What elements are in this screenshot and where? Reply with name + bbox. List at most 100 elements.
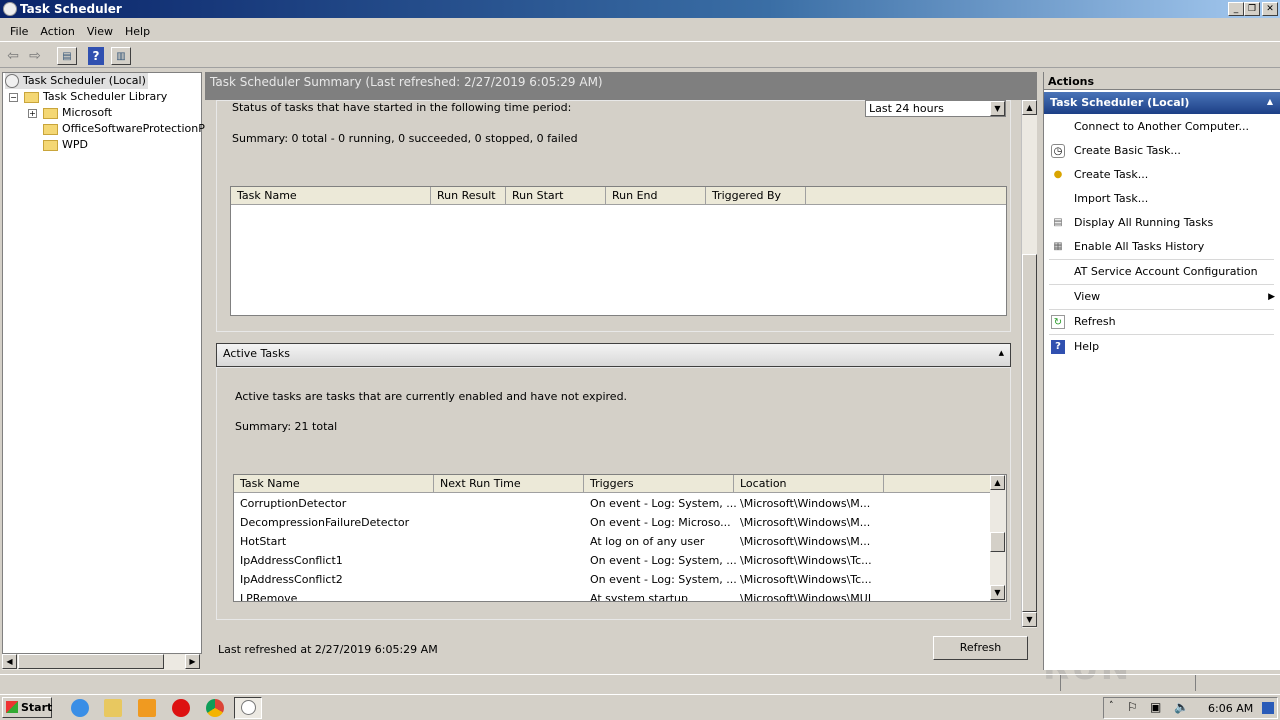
scroll-down-icon[interactable]: ▼ [990, 585, 1005, 600]
cell-location: \Microsoft\Windows\Tc... [740, 573, 872, 586]
time-period-select[interactable]: Last 24 hours ▼ [865, 100, 1006, 117]
column-header[interactable]: Task Name [231, 187, 431, 205]
action-enable-history[interactable]: ▦ Enable All Tasks History [1044, 235, 1277, 259]
history-icon: ▦ [1053, 241, 1063, 252]
actions-title: Actions [1044, 72, 1280, 90]
table-row[interactable]: IpAddressConflict2 On event - Log: System… [234, 570, 990, 589]
status-bar [0, 674, 1280, 692]
scroll-up-icon[interactable]: ▲ [990, 475, 1005, 490]
cell-name: IpAddressConflict2 [240, 573, 343, 586]
action-connect[interactable]: Connect to Another Computer... [1044, 115, 1277, 139]
active-tasks-scrollbar[interactable]: ▲ ▼ [990, 475, 1006, 601]
title-bar: Task Scheduler [0, 0, 1280, 18]
scroll-down-icon[interactable]: ▼ [1022, 612, 1037, 627]
cell-triggers: At system startup [590, 592, 688, 602]
collapse-icon[interactable]: − [9, 92, 18, 102]
collapse-arrow-icon[interactable]: ▲ [999, 349, 1004, 357]
column-header[interactable]: Location [734, 475, 884, 493]
close-button[interactable]: ✕ [1262, 2, 1278, 16]
scroll-up-icon[interactable]: ▲ [1022, 100, 1037, 115]
taskbar: Start ˄ ⚐ ▣ 🔈 6:06 AM [0, 694, 1280, 720]
tree-item-microsoft[interactable]: + Microsoft [28, 105, 112, 121]
table-row[interactable]: LPRemove At system startup \Microsoft\Wind… [234, 589, 990, 602]
active-tasks-table: Task Name Next Run Time Triggers Locatio… [233, 474, 1007, 602]
scroll-thumb[interactable] [18, 654, 164, 669]
dropdown-arrow-icon[interactable]: ▼ [990, 101, 1005, 116]
explorer-icon[interactable] [104, 699, 122, 717]
create-basic-task-icon: ◷ [1051, 144, 1065, 158]
action-refresh[interactable]: ↻ Refresh [1044, 310, 1277, 334]
clock[interactable]: 6:06 AM [1208, 702, 1253, 715]
column-header[interactable]: Run Result [431, 187, 506, 205]
system-tray: ˄ ⚐ ▣ 🔈 6:06 AM [1103, 697, 1278, 719]
show-hide-action-pane-icon[interactable]: ▥ [111, 47, 131, 65]
start-button[interactable]: Start [2, 697, 52, 718]
table-row[interactable]: IpAddressConflict1 On event - Log: System… [234, 551, 990, 570]
folder-clock-icon [24, 91, 39, 103]
scroll-right-icon[interactable]: ▶ [185, 654, 200, 669]
scroll-left-icon[interactable]: ◀ [2, 654, 17, 669]
maximize-button[interactable]: ❐ [1244, 2, 1260, 16]
chrome-icon[interactable] [206, 699, 224, 717]
collapse-arrow-icon[interactable]: ▲ [1267, 97, 1273, 106]
action-create-basic-task[interactable]: ◷ Create Basic Task... [1044, 139, 1277, 163]
create-task-icon: ● [1053, 169, 1063, 180]
active-tasks-header[interactable]: Active Tasks ▲ [216, 343, 1011, 367]
menu-view[interactable]: View [81, 21, 119, 41]
menu-action[interactable]: Action [34, 21, 80, 41]
action-create-task[interactable]: ● Create Task... [1044, 163, 1277, 187]
column-header[interactable]: Run End [606, 187, 706, 205]
cell-triggers: On event - Log: System, ... [590, 497, 737, 510]
internet-explorer-icon[interactable] [71, 699, 89, 717]
action-display-running-tasks[interactable]: ▤ Display All Running Tasks [1044, 211, 1277, 235]
column-header[interactable]: Run Start [506, 187, 606, 205]
network-icon[interactable]: ▣ [1150, 700, 1161, 714]
cell-location: \Microsoft\Windows\Tc... [740, 554, 872, 567]
column-header[interactable]: Triggered By [706, 187, 806, 205]
cell-location: \Microsoft\Windows\M... [740, 535, 871, 548]
column-header[interactable]: Task Name [234, 475, 434, 493]
show-desktop-icon[interactable] [1262, 702, 1274, 714]
toolbar: ⇦ ⇨ ▤ ? ▥ [0, 44, 1280, 68]
minimize-button[interactable]: _ [1228, 2, 1244, 16]
table-row[interactable]: HotStart At log on of any user \Microsoft\… [234, 532, 990, 551]
tree-horizontal-scrollbar[interactable]: ◀ ▶ [2, 654, 200, 670]
volume-icon[interactable]: 🔈 [1174, 700, 1189, 714]
media-player-icon[interactable] [138, 699, 156, 717]
running-tasks-icon: ▤ [1053, 217, 1063, 228]
show-hidden-icons[interactable]: ˄ [1109, 701, 1114, 711]
summary-footer: Last refreshed at 2/27/2019 6:05:29 AM R… [205, 628, 1037, 670]
table-row[interactable]: DecompressionFailureDetector On event - L… [234, 513, 990, 532]
cell-location: \Microsoft\Windows\M... [740, 497, 871, 510]
tree-item-task-scheduler-library[interactable]: − Task Scheduler Library [9, 89, 167, 105]
refresh-button[interactable]: Refresh [933, 636, 1028, 660]
task-status-table: Task Name Run Result Run Start Run End T… [230, 186, 1007, 316]
back-arrow-icon[interactable]: ⇦ [3, 47, 23, 65]
task-scheduler-taskbar-button[interactable] [234, 697, 262, 719]
tree-item-officesoftwareprotection[interactable]: OfficeSoftwareProtectionPla [43, 121, 215, 137]
summary-vertical-scrollbar[interactable]: ▲ ▼ [1021, 100, 1037, 628]
forward-arrow-icon[interactable]: ⇨ [25, 47, 45, 65]
table-row[interactable]: CorruptionDetector On event - Log: System… [234, 494, 990, 513]
clock-icon [241, 700, 256, 715]
column-header-filler [806, 187, 1006, 205]
opera-icon[interactable] [172, 699, 190, 717]
column-header[interactable]: Next Run Time [434, 475, 584, 493]
help-icon[interactable]: ? [88, 47, 104, 65]
scroll-thumb[interactable] [1022, 254, 1037, 612]
menu-help[interactable]: Help [119, 21, 156, 41]
scroll-thumb[interactable] [990, 532, 1005, 552]
folder-icon [43, 139, 58, 151]
flag-icon[interactable]: ⚐ [1127, 700, 1138, 714]
action-view[interactable]: View ▶ [1044, 285, 1277, 309]
action-import-task[interactable]: Import Task... [1044, 187, 1277, 211]
expand-icon[interactable]: + [28, 108, 37, 118]
column-header[interactable]: Triggers [584, 475, 734, 493]
tree-item-task-scheduler-local[interactable]: Task Scheduler (Local) [5, 73, 148, 89]
menu-file[interactable]: File [4, 21, 34, 41]
tree-item-wpd[interactable]: WPD [43, 137, 88, 153]
action-at-service-account[interactable]: AT Service Account Configuration [1044, 260, 1277, 284]
show-hide-console-tree-icon[interactable]: ▤ [57, 47, 77, 65]
actions-section-header[interactable]: Task Scheduler (Local) ▲ [1044, 92, 1280, 114]
action-help[interactable]: ? Help [1044, 335, 1277, 359]
